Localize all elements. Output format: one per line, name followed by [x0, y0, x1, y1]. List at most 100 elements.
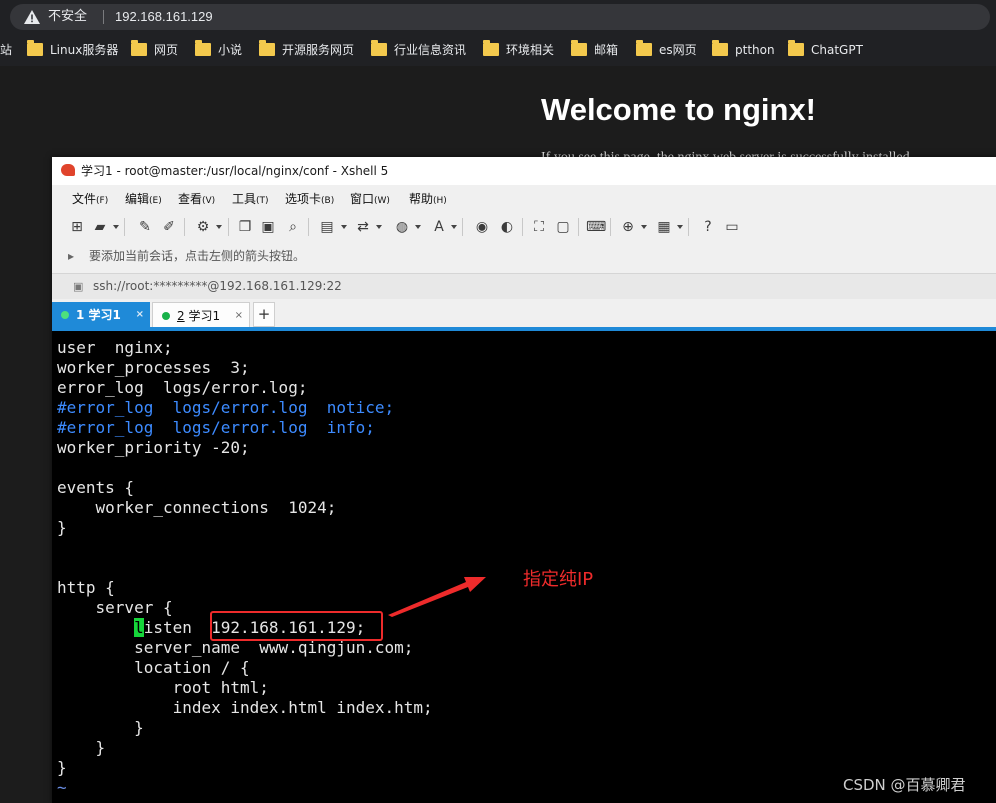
xmanager-icon[interactable]: ◐: [498, 218, 516, 236]
bookmark-folder[interactable]: ChatGPT: [788, 40, 863, 59]
folder-icon: [483, 40, 499, 56]
menu-window[interactable]: 窗口(W): [350, 190, 390, 210]
add-tab-button[interactable]: +: [253, 302, 275, 327]
open-folder-icon[interactable]: ▰: [91, 218, 109, 236]
session-address-bar: ▣ ssh://root:*********@192.168.161.129:2…: [52, 273, 996, 299]
tab-title: 学习1: [88, 308, 121, 322]
chevron-down-icon[interactable]: [677, 225, 683, 229]
lock-icon[interactable]: ▢: [554, 218, 572, 236]
status-dot-icon: [162, 312, 170, 320]
xftp-icon[interactable]: ◉: [473, 218, 491, 236]
bookmark-label: 行业信息资讯: [394, 43, 467, 57]
keyboard-icon[interactable]: ⌨: [586, 218, 606, 236]
url-text[interactable]: 192.168.161.129: [115, 8, 213, 26]
bookmark-label: es网页: [659, 43, 697, 57]
menu-view[interactable]: 查看(V): [178, 190, 215, 210]
chevron-down-icon[interactable]: [451, 225, 457, 229]
bookmark-folder[interactable]: 网页: [131, 40, 179, 59]
terminal-line: ~: [57, 778, 67, 797]
terminal-line: }: [57, 758, 67, 777]
warning-icon[interactable]: [24, 10, 40, 24]
terminal-line: server_name www.qingjun.com;: [57, 638, 414, 657]
menu-tabs[interactable]: 选项卡(B): [285, 190, 334, 210]
arrow-icon[interactable]: ▸: [68, 249, 74, 263]
text-cursor: l: [134, 618, 144, 637]
menu-file[interactable]: 文件(F): [72, 190, 108, 210]
terminal-line: }: [57, 718, 144, 737]
tab-session-1[interactable]: 1 学习1 ×: [52, 302, 150, 328]
annotation-label: 指定纯IP: [523, 569, 594, 590]
fullscreen-icon[interactable]: ⛶: [530, 218, 548, 236]
menu-edit[interactable]: 编辑(E): [125, 190, 162, 210]
terminal-line: events {: [57, 478, 135, 497]
session-hint-bar: ▸ 要添加当前会话，点击左侧的箭头按钮。: [52, 243, 996, 269]
bookmark-folder[interactable]: ptthon: [712, 40, 775, 59]
print-icon[interactable]: ▤: [318, 218, 336, 236]
tab-session-2[interactable]: 2 学习1 ×: [152, 302, 250, 328]
toolbar-divider: [610, 218, 611, 236]
chevron-down-icon[interactable]: [341, 225, 347, 229]
menu-help[interactable]: 帮助(H): [409, 190, 447, 210]
menu-accel: (F): [96, 196, 109, 206]
menu-accel: (V): [202, 196, 216, 206]
new-tab-icon[interactable]: ⊕: [619, 218, 637, 236]
connect-icon[interactable]: ✎: [136, 218, 154, 236]
tab-number: 1: [76, 308, 85, 322]
menu-label: 查看: [178, 192, 203, 206]
properties-icon[interactable]: ⚙: [194, 218, 212, 236]
copy-icon[interactable]: ❐: [236, 218, 254, 236]
menu-label: 编辑: [125, 192, 150, 206]
menu-accel: (H): [433, 196, 447, 206]
toolbar-divider: [688, 218, 689, 236]
bookmark-folder[interactable]: 行业信息资讯: [371, 40, 467, 59]
help-icon[interactable]: ?: [699, 218, 717, 236]
tab-bar: 1 学习1 × 2 学习1 × +: [52, 302, 996, 329]
bookmark-label: 网页: [154, 43, 179, 57]
transfer-icon[interactable]: ⇄: [354, 218, 372, 236]
layout-icon[interactable]: ▦: [655, 218, 673, 236]
new-session-icon[interactable]: ⊞: [68, 218, 86, 236]
omnibox[interactable]: 不安全 192.168.161.129: [10, 4, 990, 30]
menu-label: 帮助: [409, 192, 434, 206]
terminal-line: root html;: [57, 678, 269, 697]
not-secure-label[interactable]: 不安全: [48, 8, 87, 26]
bookmark-folder[interactable]: Linux服务器: [27, 40, 118, 59]
bookmark-folder[interactable]: 环境相关: [483, 40, 554, 59]
chevron-down-icon[interactable]: [376, 225, 382, 229]
disconnect-icon[interactable]: ✐: [160, 218, 178, 236]
title-bar[interactable]: 学习1 - root@master:/usr/local/nginx/conf …: [52, 157, 996, 185]
tab-title: 学习1: [188, 309, 221, 323]
close-icon[interactable]: ×: [235, 303, 243, 329]
chevron-down-icon[interactable]: [113, 225, 119, 229]
xshell-logo-icon: [61, 164, 75, 176]
chevron-down-icon[interactable]: [641, 225, 647, 229]
menu-accel: (T): [256, 196, 269, 206]
bookmark-folder[interactable]: 邮箱: [571, 40, 618, 59]
terminal-line: error_log logs/error.log;: [57, 378, 308, 397]
chat-icon[interactable]: ▭: [723, 218, 741, 236]
bookmark-folder[interactable]: 开源服务网页: [259, 40, 354, 59]
paste-icon[interactable]: ▣: [259, 218, 277, 236]
highlight-box: [210, 611, 383, 641]
terminal-line: user nginx;: [57, 338, 173, 357]
search-icon[interactable]: ⌕: [284, 218, 302, 236]
terminal-line: #error_log logs/error.log notice;: [57, 398, 395, 417]
menu-label: 窗口: [350, 192, 375, 206]
close-icon[interactable]: ×: [136, 302, 144, 328]
font-icon[interactable]: A: [430, 218, 448, 236]
bookmark-folder[interactable]: 小说: [195, 40, 242, 59]
lock-icon: ▣: [73, 280, 84, 293]
globe-icon[interactable]: ◍: [393, 218, 411, 236]
toolbar-divider: [228, 218, 229, 236]
bookmark-item[interactable]: 站: [0, 41, 12, 59]
session-address[interactable]: ssh://root:*********@192.168.161.129:22: [93, 279, 342, 294]
chevron-down-icon[interactable]: [216, 225, 222, 229]
menu-tools[interactable]: 工具(T): [232, 190, 269, 210]
chevron-down-icon[interactable]: [415, 225, 421, 229]
hint-text: 要添加当前会话，点击左侧的箭头按钮。: [89, 249, 306, 263]
toolbar-divider: [184, 218, 185, 236]
folder-icon: [712, 40, 728, 56]
terminal-line: location / {: [57, 658, 250, 677]
terminal-line: worker_connections 1024;: [57, 498, 337, 517]
bookmark-folder[interactable]: es网页: [636, 40, 697, 59]
